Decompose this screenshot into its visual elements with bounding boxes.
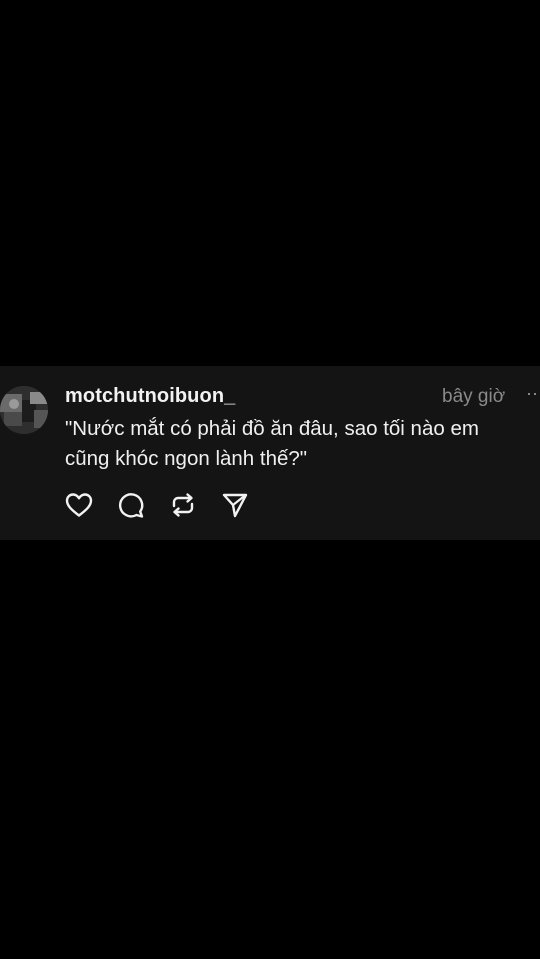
screen: motchutnoibuon_ bây giờ ··· "Nước mắt có…	[0, 0, 540, 959]
send-icon	[222, 493, 248, 518]
action-bar	[65, 490, 273, 520]
username[interactable]: motchutnoibuon_	[65, 385, 235, 408]
speech-bubble-icon	[119, 493, 144, 518]
avatar-image	[0, 386, 48, 434]
more-options-icon[interactable]: ···	[526, 384, 540, 402]
repost-button[interactable]	[169, 491, 197, 519]
post-card[interactable]: motchutnoibuon_ bây giờ ··· "Nước mắt có…	[0, 366, 540, 540]
share-button[interactable]	[221, 491, 249, 519]
comment-button[interactable]	[117, 491, 145, 519]
avatar[interactable]	[0, 386, 48, 434]
heart-icon	[65, 493, 93, 517]
repost-icon	[172, 493, 194, 517]
post-text: "Nước mắt có phải đồ ăn đâu, sao tối nào…	[65, 417, 479, 470]
timestamp: bây giờ	[442, 386, 506, 407]
like-button[interactable]	[65, 491, 93, 519]
